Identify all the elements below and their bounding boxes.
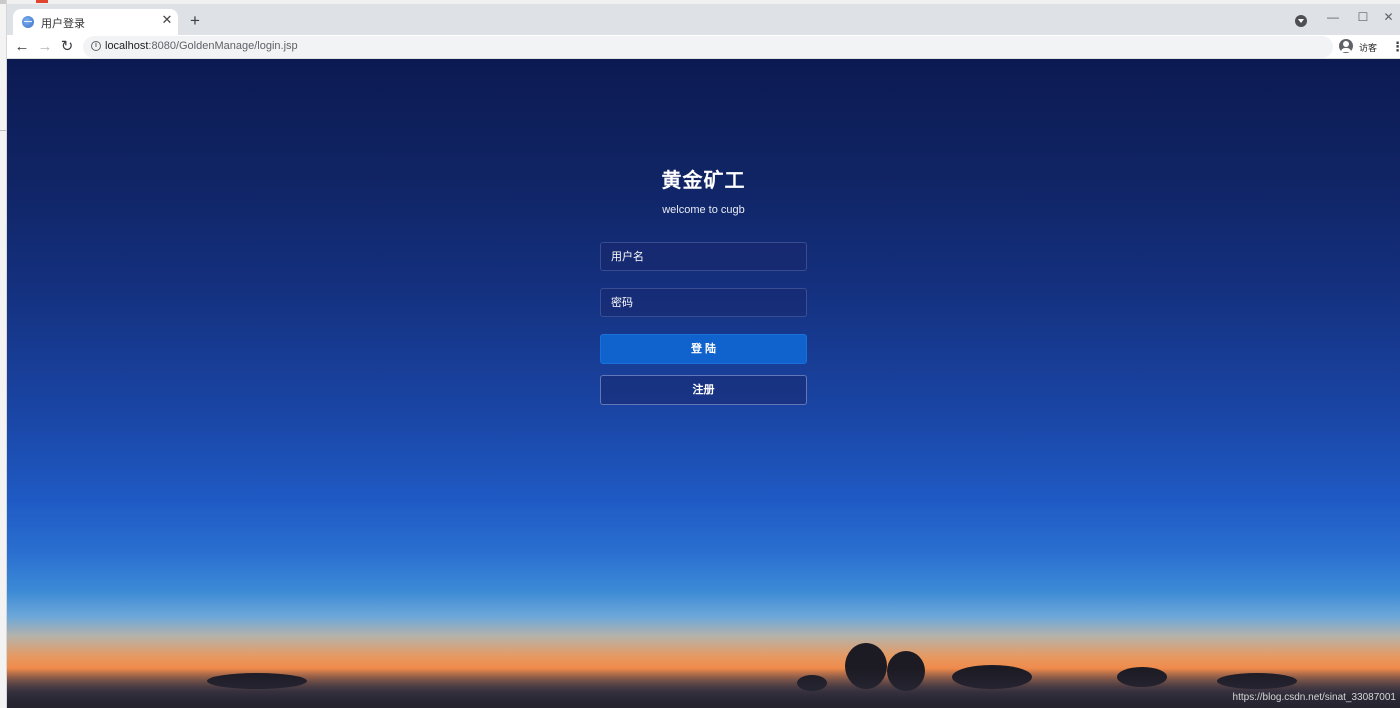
profile-button[interactable]: 访客 bbox=[1337, 36, 1387, 58]
info-icon[interactable]: i bbox=[91, 41, 101, 51]
register-button[interactable]: 注册 bbox=[600, 375, 807, 405]
page-title: 黄金矿工 bbox=[661, 170, 746, 192]
new-tab-button[interactable]: + bbox=[185, 11, 205, 31]
reload-button[interactable]: ↻ bbox=[57, 37, 77, 57]
page-subtitle: welcome to cugb bbox=[662, 204, 745, 216]
tab-strip: 用户登录 ✕ + — ☐ ✕ bbox=[7, 4, 1400, 35]
tab-search-icon[interactable] bbox=[1295, 15, 1307, 27]
forward-button[interactable]: → bbox=[35, 37, 55, 57]
back-button[interactable]: ← bbox=[12, 37, 32, 57]
background-window-edge bbox=[0, 0, 7, 708]
tab-title: 用户登录 bbox=[41, 18, 85, 30]
menu-button[interactable]: ⋮ bbox=[1391, 37, 1400, 57]
background-app-icon bbox=[36, 0, 48, 3]
url-text[interactable]: localhost:8080/GoldenManage/login.jsp bbox=[105, 40, 298, 52]
tab-login[interactable]: 用户登录 ✕ bbox=[13, 9, 178, 35]
password-input[interactable] bbox=[600, 288, 807, 317]
profile-label: 访客 bbox=[1359, 43, 1378, 53]
url-path: :8080/GoldenManage/login.jsp bbox=[148, 40, 298, 52]
browser-toolbar: ← → ↻ i localhost:8080/GoldenManage/logi… bbox=[7, 35, 1400, 59]
username-input[interactable] bbox=[600, 242, 807, 271]
globe-icon bbox=[22, 16, 34, 28]
edge-mark bbox=[0, 0, 6, 4]
avatar-icon bbox=[1339, 39, 1353, 53]
ground-haze bbox=[7, 668, 1400, 708]
address-bar[interactable]: i localhost:8080/GoldenManage/login.jsp bbox=[83, 36, 1333, 58]
url-host: localhost bbox=[105, 40, 149, 52]
watermark: https://blog.csdn.net/sinat_33087001 bbox=[1232, 692, 1396, 703]
page-viewport: 黄金矿工 welcome to cugb 登 陆 注册 https://blog… bbox=[7, 59, 1400, 708]
maximize-button[interactable]: ☐ bbox=[1348, 7, 1378, 27]
tab-close-button[interactable]: ✕ bbox=[159, 12, 175, 28]
edge-mark bbox=[0, 130, 6, 141]
minimize-button[interactable]: — bbox=[1318, 7, 1348, 27]
login-form: 黄金矿工 welcome to cugb 登 陆 注册 bbox=[600, 167, 807, 405]
login-button[interactable]: 登 陆 bbox=[600, 334, 807, 364]
browser-window: 用户登录 ✕ + — ☐ ✕ ← → ↻ i localhost:8080/Go… bbox=[0, 0, 1400, 708]
close-window-button[interactable]: ✕ bbox=[1377, 7, 1400, 27]
